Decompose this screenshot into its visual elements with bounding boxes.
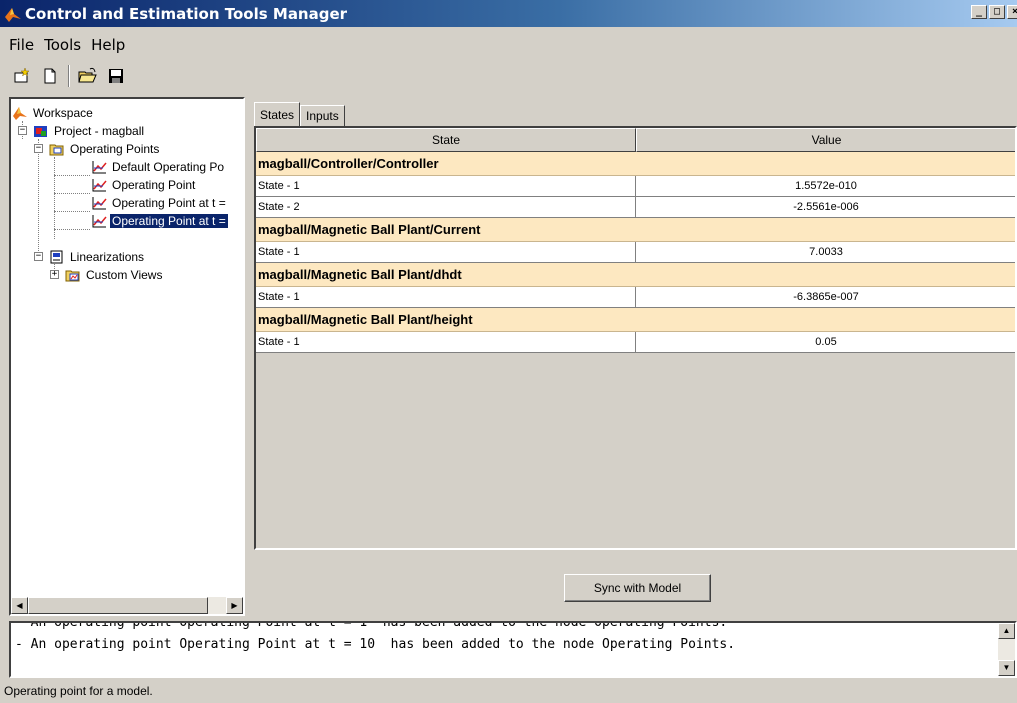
tree-label: Project - magball (54, 124, 145, 138)
menu-file[interactable]: File (4, 36, 39, 54)
state-name-cell: State - 1 (256, 242, 636, 263)
matlab-logo-icon (5, 7, 21, 22)
tab-inputs[interactable]: Inputs (300, 105, 345, 126)
expand-icon[interactable]: + (50, 270, 59, 279)
tree-connector (38, 139, 39, 257)
state-value-cell[interactable]: 0.05 (636, 332, 1015, 353)
scroll-thumb[interactable] (28, 597, 208, 614)
tree-label: Operating Points (70, 142, 160, 156)
close-button[interactable]: × (1007, 5, 1017, 19)
state-name-cell: State - 1 (256, 287, 636, 308)
operating-point-icon (92, 161, 107, 174)
operating-point-icon (92, 197, 107, 210)
open-folder-icon (78, 67, 97, 83)
collapse-icon[interactable]: − (34, 144, 43, 153)
scroll-left-icon[interactable]: ◀ (11, 597, 28, 614)
tree-label: Linearizations (70, 250, 145, 264)
tree-connector (54, 229, 90, 230)
operating-point-icon (92, 179, 107, 192)
states-table: State Value magball/Controller/Controlle… (254, 126, 1017, 550)
operating-point-icon (92, 215, 107, 228)
matlab-logo-icon (13, 107, 27, 120)
status-bar-text: Operating point for a model. (4, 684, 153, 698)
scroll-track[interactable] (208, 597, 226, 614)
group-row: magball/Magnetic Ball Plant/dhdt (256, 263, 1015, 287)
tree-label: Default Operating Po (112, 160, 225, 174)
message-log: - An operating point Operating Point at … (9, 621, 1017, 678)
menu-tools[interactable]: Tools (39, 36, 86, 54)
tree-connector (54, 193, 90, 194)
workspace-tree: Workspace − Project - magball − Operatin… (9, 97, 245, 616)
tree-node-op-default[interactable]: Default Operating Po (91, 158, 226, 176)
log-vertical-scrollbar[interactable]: ▲ ▼ (998, 623, 1015, 676)
tree-connector (54, 211, 90, 212)
tree-label-selected: Operating Point at t = (110, 214, 228, 228)
table-header: State Value (256, 128, 1015, 152)
tree-label: Custom Views (86, 268, 163, 282)
collapse-icon[interactable]: − (18, 126, 27, 135)
tree-node-op-3[interactable]: Operating Point at t = (91, 212, 228, 230)
table-row: State - 1 -6.3865e-007 (256, 287, 1015, 308)
log-line: - An operating point Operating Point at … (15, 637, 736, 652)
collapse-icon[interactable]: − (34, 252, 43, 261)
column-header-value[interactable]: Value (636, 128, 1015, 152)
table-row: State - 1 0.05 (256, 332, 1015, 353)
tree-node-custom-views[interactable]: Custom Views (65, 266, 164, 284)
state-value-cell[interactable]: 1.5572e-010 (636, 176, 1015, 197)
open-button[interactable] (76, 64, 100, 88)
new-project-icon (14, 67, 30, 83)
window-title: Control and Estimation Tools Manager (25, 4, 348, 23)
menu-help[interactable]: Help (86, 36, 130, 54)
log-line: - An operating point Operating Point at … (15, 621, 728, 630)
scroll-down-icon[interactable]: ▼ (998, 660, 1015, 676)
maximize-button[interactable]: □ (989, 5, 1005, 19)
state-name-cell: State - 1 (256, 176, 636, 197)
window-controls: _ □ × (971, 5, 1017, 19)
tab-strip: States Inputs (254, 102, 345, 126)
minimize-button[interactable]: _ (971, 5, 987, 19)
table-row: State - 1 7.0033 (256, 242, 1015, 263)
states-grid: State Value magball/Controller/Controlle… (256, 128, 1015, 353)
tree-node-op-2[interactable]: Operating Point at t = (91, 194, 228, 212)
new-document-icon (44, 68, 56, 84)
state-name-cell: State - 2 (256, 197, 636, 218)
tab-states[interactable]: States (254, 102, 301, 126)
group-row: magball/Magnetic Ball Plant/Current (256, 218, 1015, 242)
new-project-button[interactable] (10, 64, 34, 88)
custom-views-folder-icon (65, 270, 80, 282)
state-name-cell: State - 1 (256, 332, 636, 353)
title-bar: Control and Estimation Tools Manager _ □… (0, 0, 1017, 27)
tree-connector (54, 175, 90, 176)
group-row: magball/Controller/Controller (256, 152, 1015, 176)
group-row: magball/Magnetic Ball Plant/height (256, 308, 1015, 332)
tree-node-operating-points[interactable]: Operating Points (49, 140, 161, 158)
tree-horizontal-scrollbar[interactable]: ◀ ▶ (11, 597, 243, 614)
save-button[interactable] (104, 64, 128, 88)
tree-node-workspace[interactable]: Workspace (12, 104, 95, 122)
table-row: State - 1 1.5572e-010 (256, 176, 1015, 197)
linearization-icon (50, 250, 63, 264)
tree-connector (54, 157, 55, 239)
project-icon (34, 126, 47, 137)
tree-label: Workspace (33, 106, 93, 120)
tree-node-project[interactable]: Project - magball (33, 122, 146, 140)
toolbar (0, 61, 1017, 91)
tree-node-linearizations[interactable]: Linearizations (49, 248, 146, 266)
scroll-up-icon[interactable]: ▲ (998, 623, 1015, 639)
tree-label: Operating Point at t = (112, 196, 226, 210)
state-value-cell[interactable]: -6.3865e-007 (636, 287, 1015, 308)
state-value-cell[interactable]: 7.0033 (636, 242, 1015, 263)
state-value-cell[interactable]: -2.5561e-006 (636, 197, 1015, 218)
menu-bar: File Tools Help (0, 33, 130, 57)
toolbar-separator (68, 65, 70, 87)
save-disk-icon (109, 69, 123, 83)
tree-node-op-1[interactable]: Operating Point (91, 176, 197, 194)
scroll-right-icon[interactable]: ▶ (226, 597, 243, 614)
folder-icon (49, 144, 64, 156)
sync-with-model-button[interactable]: Sync with Model (564, 574, 711, 602)
table-row: State - 2 -2.5561e-006 (256, 197, 1015, 218)
new-task-button[interactable] (38, 64, 62, 88)
column-header-state[interactable]: State (256, 128, 636, 152)
tree-label: Operating Point (112, 178, 196, 192)
